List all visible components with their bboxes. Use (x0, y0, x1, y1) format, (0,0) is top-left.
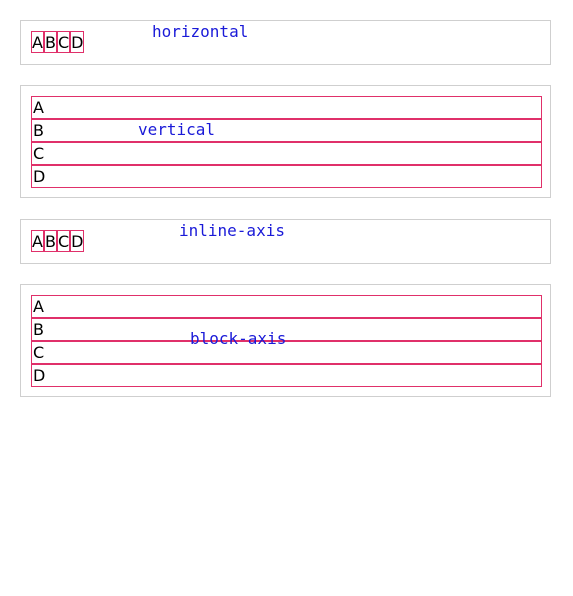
caption-vertical: vertical (138, 120, 216, 139)
box-inline-axis: A B C D (31, 230, 85, 252)
box-item: A (31, 295, 542, 318)
box-item: D (70, 31, 85, 53)
box-horizontal: A B C D (31, 31, 85, 53)
box-item: B (31, 119, 542, 142)
box-item: D (31, 364, 542, 387)
panel-vertical: A B C D vertical (20, 85, 551, 198)
box-item: D (31, 165, 542, 188)
box-item: D (70, 230, 85, 252)
panel-block-axis: A B C D block-axis (20, 284, 551, 397)
box-item: C (31, 341, 542, 364)
box-item: C (56, 230, 71, 252)
panel-inline-axis: A B C D inline-axis (20, 219, 551, 264)
box-item: A (31, 31, 44, 53)
panel-horizontal: A B C D horizontal (20, 20, 551, 65)
caption-horizontal: horizontal (152, 22, 249, 41)
box-item: A (31, 96, 542, 119)
box-block-axis: A B C D (31, 295, 542, 387)
caption-inline-axis: inline-axis (179, 221, 285, 240)
box-item: B (43, 31, 57, 53)
box-item: B (31, 318, 542, 341)
box-vertical: A B C D (31, 96, 542, 188)
box-item: C (56, 31, 71, 53)
box-item: C (31, 142, 542, 165)
box-item: B (43, 230, 57, 252)
box-item: A (31, 230, 44, 252)
caption-block-axis: block-axis (190, 329, 287, 348)
